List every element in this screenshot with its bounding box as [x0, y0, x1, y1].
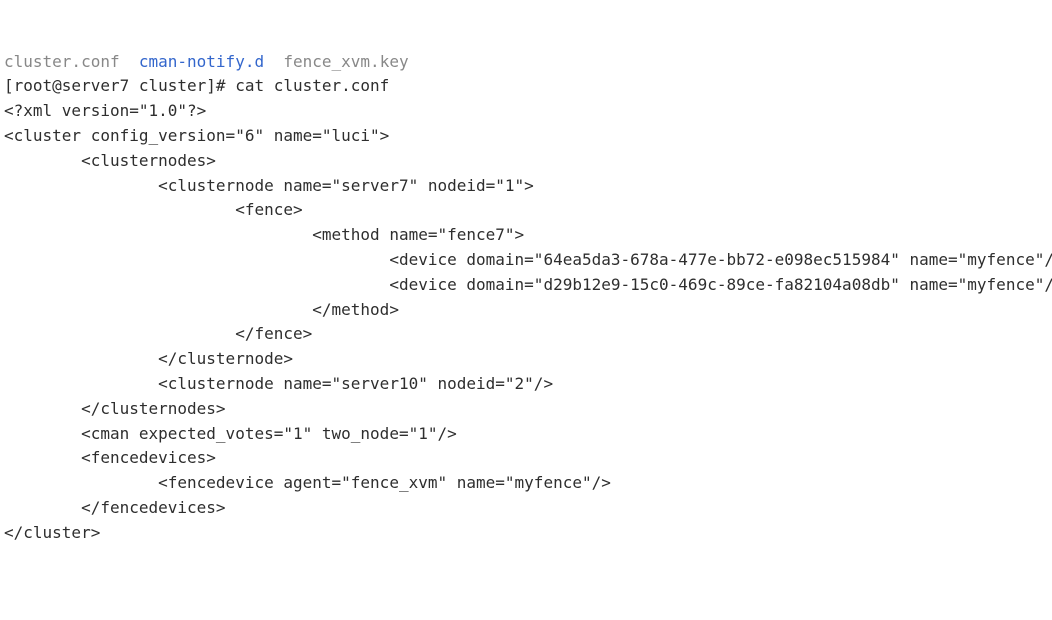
file-line: </clusternodes>: [4, 399, 226, 418]
file-line: <clusternode name="server10" nodeid="2"/…: [4, 374, 553, 393]
file-line: <device domain="64ea5da3-678a-477e-bb72-…: [4, 250, 1052, 269]
file-line: <fencedevice agent="fence_xvm" name="myf…: [4, 473, 611, 492]
terminal-output: cluster.conf cman-notify.d fence_xvm.key…: [4, 50, 1048, 546]
file-line: <clusternodes>: [4, 151, 216, 170]
prev-ls-line: cluster.conf cman-notify.d fence_xvm.key: [4, 52, 409, 71]
file-line: </fencedevices>: [4, 498, 226, 517]
file-line: <?xml version="1.0"?>: [4, 101, 206, 120]
file-line: <fencedevices>: [4, 448, 216, 467]
file-line: </method>: [4, 300, 399, 319]
file-line: <clusternode name="server7" nodeid="1">: [4, 176, 534, 195]
file-line: <fence>: [4, 200, 303, 219]
ls-entry-dir: cman-notify.d: [139, 52, 264, 71]
file-line: <device domain="d29b12e9-15c0-469c-89ce-…: [4, 275, 1052, 294]
file-line: <cman expected_votes="1" two_node="1"/>: [4, 424, 457, 443]
ls-entry: fence_xvm.key: [283, 52, 408, 71]
ls-entry: cluster.conf: [4, 52, 120, 71]
file-line: <cluster config_version="6" name="luci">: [4, 126, 389, 145]
file-line: </fence>: [4, 324, 312, 343]
file-line: </clusternode>: [4, 349, 293, 368]
file-line: <method name="fence7">: [4, 225, 524, 244]
shell-command[interactable]: cat cluster.conf: [235, 76, 389, 95]
file-line: </cluster>: [4, 523, 100, 542]
shell-prompt: [root@server7 cluster]#: [4, 76, 235, 95]
